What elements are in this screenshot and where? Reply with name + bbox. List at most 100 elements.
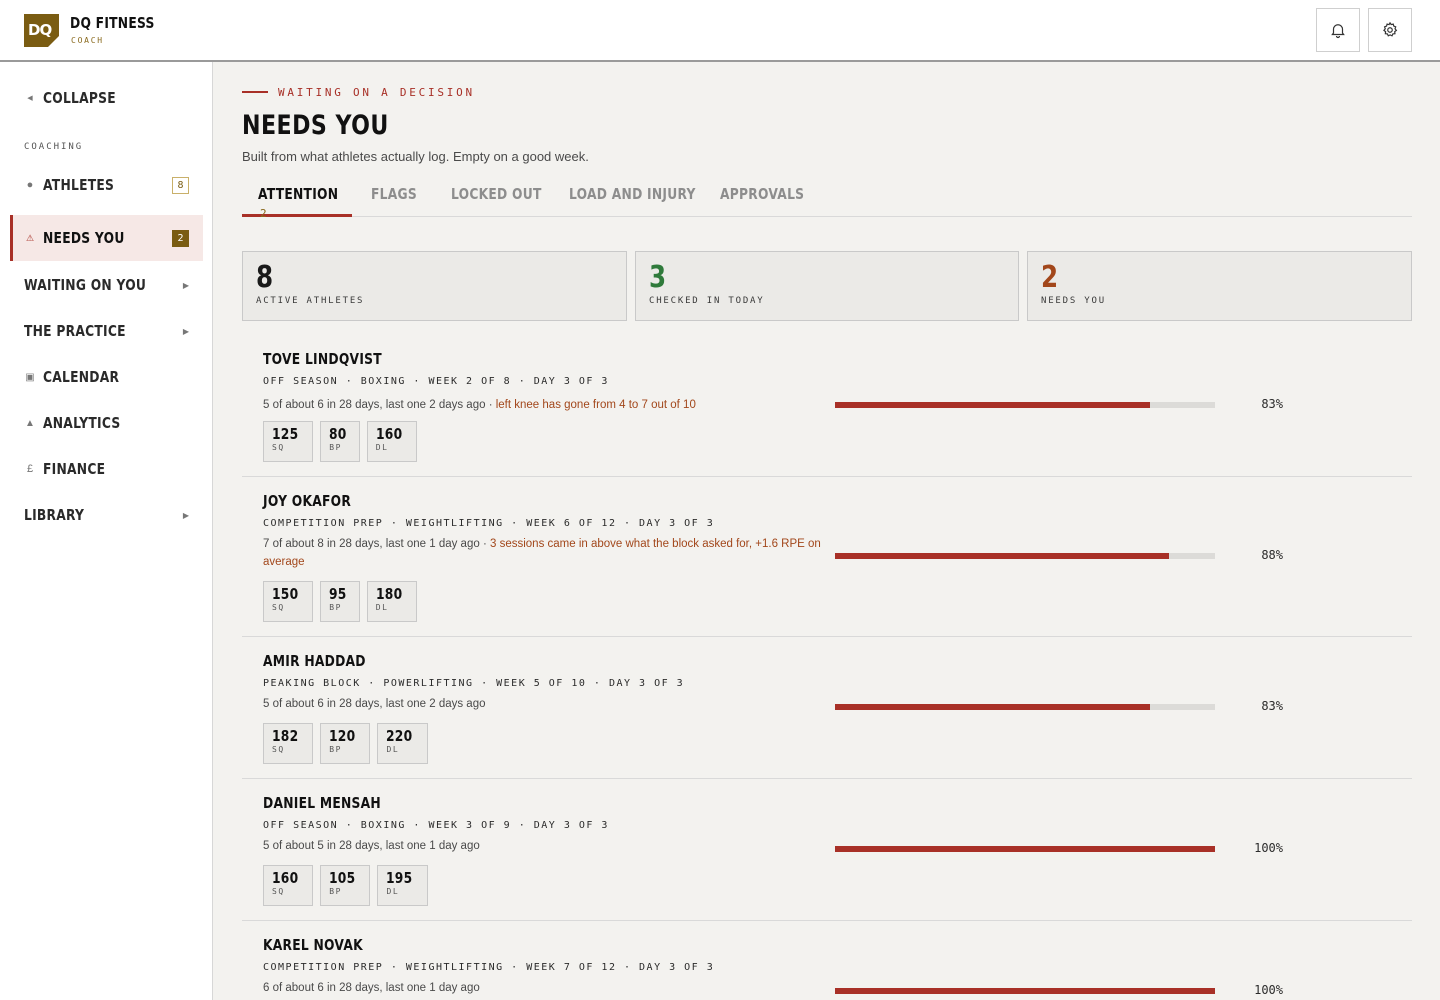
analytics-icon: ▲: [25, 417, 35, 429]
sidebar-section-coaching: COACHING: [24, 142, 84, 152]
chevron-right-icon: ▶: [182, 510, 189, 520]
sidebar-item-needs-you[interactable]: ⚠ NEEDS YOU 2: [10, 215, 203, 261]
lift-squat: 125 SQ: [263, 421, 314, 462]
athlete-name: AMIR HADDAD: [263, 652, 366, 670]
adherence-bar: [835, 402, 1215, 408]
athletes-count-badge: 8: [172, 176, 189, 194]
lift-squat: 160 SQ: [263, 865, 314, 906]
lift-label: DL: [375, 443, 389, 452]
tab-label: APPROVALS: [720, 185, 805, 203]
lift-bench: 80 BP: [320, 421, 360, 462]
lift-deadlift: 180 DL: [366, 581, 417, 622]
sidebar-item-label: CALENDAR: [43, 368, 120, 386]
adherence-percent: 100%: [1254, 983, 1283, 997]
tab-flags[interactable]: FLAGS: [371, 178, 427, 217]
tab-locked-out[interactable]: LOCKED OUT: [451, 178, 562, 217]
sidebar-item-waiting-on-you[interactable]: WAITING ON YOU ▶: [10, 262, 203, 308]
lift-deadlift: 160 DL: [366, 421, 417, 462]
athlete-name: TOVE LINDQVIST: [263, 350, 382, 368]
eyebrow-rule: [242, 91, 268, 93]
stat-checked-in-today: 3 CHECKED IN TODAY: [635, 251, 1019, 321]
pound-icon: £: [26, 463, 34, 475]
adherence-fill: [835, 704, 1151, 710]
stat-value: 2: [1041, 260, 1059, 295]
sidebar-item-library[interactable]: LIBRARY ▶: [10, 492, 203, 538]
stat-label: CHECKED IN TODAY: [649, 296, 765, 306]
athlete-row[interactable]: KAREL NOVAK COMPETITION PREP · WEIGHTLIF…: [242, 921, 1412, 1000]
sidebar-item-finance[interactable]: £ FINANCE: [10, 446, 203, 492]
stat-value: 8: [256, 260, 274, 295]
athlete-program: COMPETITION PREP · WEIGHTLIFTING · WEEK …: [263, 962, 715, 973]
lift-value: 220: [386, 727, 413, 745]
lift-bench: 95 BP: [320, 581, 360, 622]
athlete-program: OFF SEASON · BOXING · WEEK 3 OF 9 · DAY …: [263, 820, 609, 831]
tab-label: FLAGS: [371, 185, 417, 203]
athlete-summary: 5 of about 6 in 28 days, last one 2 days…: [263, 399, 696, 411]
needs-you-count-badge: 2: [172, 229, 189, 247]
lift-maxes: 160 SQ 105 BP 195 DL: [263, 865, 428, 906]
athlete-row[interactable]: DANIEL MENSAH OFF SEASON · BOXING · WEEK…: [242, 779, 1412, 921]
stat-label: ACTIVE ATHLETES: [256, 296, 365, 306]
lift-deadlift: 195 DL: [377, 865, 428, 906]
athlete-summary: 5 of about 6 in 28 days, last one 2 days…: [263, 698, 486, 710]
athlete-program: COMPETITION PREP · WEIGHTLIFTING · WEEK …: [263, 518, 715, 529]
collapse-button[interactable]: ◀ COLLAPSE: [10, 75, 203, 121]
adherence-percent: 100%: [1254, 841, 1283, 855]
bell-icon: [1331, 24, 1345, 39]
athlete-name: KAREL NOVAK: [263, 936, 363, 954]
sidebar-item-label: ATHLETES: [43, 176, 115, 194]
calendar-icon: ▣: [25, 371, 35, 383]
lift-value: 120: [329, 727, 356, 745]
sidebar-item-athletes[interactable]: ● ATHLETES 8: [10, 162, 203, 208]
sidebar-item-analytics[interactable]: ▲ ANALYTICS: [10, 400, 203, 446]
lift-label: SQ: [272, 745, 285, 754]
gear-icon: [1383, 21, 1398, 37]
page-eyebrow: WAITING ON A DECISION: [278, 86, 475, 99]
athlete-row[interactable]: TOVE LINDQVIST OFF SEASON · BOXING · WEE…: [242, 344, 1412, 477]
lift-value: 105: [329, 869, 356, 887]
lift-bench: 120 BP: [320, 723, 371, 764]
athlete-row[interactable]: JOY OKAFOR COMPETITION PREP · WEIGHTLIFT…: [242, 477, 1412, 637]
page-subtitle: Built from what athletes actually log. E…: [242, 149, 589, 164]
chevron-right-icon: ▶: [182, 280, 189, 290]
sidebar-item-calendar[interactable]: ▣ CALENDAR: [10, 354, 203, 400]
adherence-bar: [835, 846, 1215, 852]
lift-value: 195: [386, 869, 413, 887]
brand-role: COACH: [71, 36, 104, 45]
adherence-percent: 88%: [1261, 548, 1283, 562]
athlete-name: DANIEL MENSAH: [263, 794, 381, 812]
lift-maxes: 125 SQ 80 BP 160 DL: [263, 421, 417, 462]
sidebar-item-the-practice[interactable]: THE PRACTICE ▶: [10, 308, 203, 354]
sidebar-item-label: LIBRARY: [24, 506, 85, 524]
tab-attention[interactable]: ATTENTION 2: [242, 178, 352, 220]
athlete-row[interactable]: AMIR HADDAD PEAKING BLOCK · POWERLIFTING…: [242, 637, 1412, 779]
lift-label: DL: [375, 603, 389, 612]
lift-deadlift: 220 DL: [377, 723, 428, 764]
summary-text: 7 of about 8 in 28 days, last one 1 day …: [263, 538, 480, 550]
settings-button[interactable]: [1368, 8, 1412, 52]
tab-bar: ATTENTION 2 FLAGS LOCKED OUT LOAD AND INJ…: [242, 178, 1412, 220]
collapse-label: COLLAPSE: [43, 89, 116, 107]
page-title: NEEDS YOU: [242, 110, 389, 141]
lift-label: SQ: [272, 603, 285, 612]
warning-icon: ⚠: [25, 232, 35, 243]
adherence-fill: [835, 988, 1215, 994]
athlete-program: OFF SEASON · BOXING · WEEK 2 OF 8 · DAY …: [263, 376, 609, 387]
tab-label: ATTENTION: [258, 185, 339, 203]
tab-approvals[interactable]: APPROVALS: [720, 178, 823, 217]
lift-label: BP: [329, 443, 343, 452]
lift-value: 95: [329, 585, 347, 603]
dq-logo[interactable]: DQ: [24, 14, 59, 47]
lift-bench: 105 BP: [320, 865, 371, 906]
sidebar-item-label: FINANCE: [43, 460, 106, 478]
tab-load-and-injury[interactable]: LOAD AND INJURY: [569, 178, 723, 217]
notifications-button[interactable]: [1316, 8, 1360, 52]
adherence-fill: [835, 846, 1215, 852]
athlete-name: JOY OKAFOR: [263, 492, 352, 510]
sidebar: ◀ COLLAPSE COACHING ● ATHLETES 8 ⚠ NEEDS…: [0, 62, 213, 1000]
lift-value: 182: [272, 727, 299, 745]
stat-active-athletes: 8 ACTIVE ATHLETES: [242, 251, 627, 321]
chevron-right-icon: ▶: [182, 326, 189, 336]
sidebar-item-label: ANALYTICS: [43, 414, 121, 432]
athlete-program: PEAKING BLOCK · POWERLIFTING · WEEK 5 OF…: [263, 678, 685, 689]
